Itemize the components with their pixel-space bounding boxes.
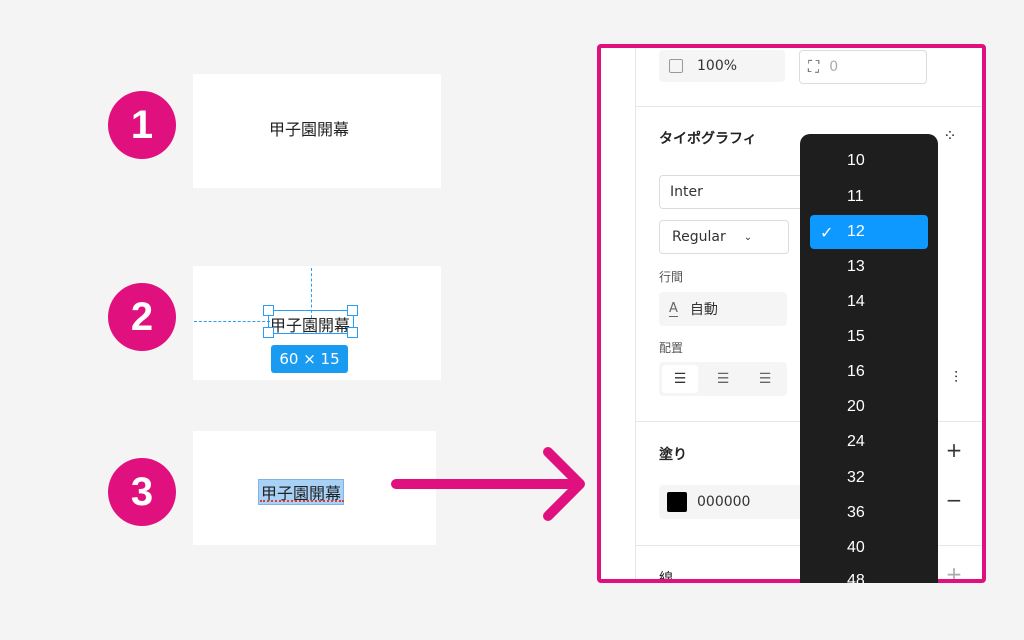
corner-radius-value: 0 [829,59,839,75]
fill-color-hex: 000000 [697,494,751,510]
align-left-button[interactable]: ☰ [662,365,698,393]
chevron-down-icon: ⌄ [743,231,753,243]
line-height-label: 行間 [659,270,684,284]
stroke-title: 線 [659,571,673,583]
step-3-badge: 3 [108,458,176,526]
font-size-option[interactable]: 24 [810,425,928,459]
size-tag: 60 × 15 [271,345,348,373]
fill-title: 塗り [659,447,687,463]
font-size-option[interactable]: 36 [810,496,928,530]
font-size-selected-value: 12 [847,223,865,240]
font-style-value: Regular [672,229,726,245]
font-size-dropdown: 10 11 ✓ 12 13 14 15 16 20 24 32 36 40 48 [800,134,938,583]
checkmark-icon: ✓ [820,225,834,242]
corner-radius-field[interactable]: ⛶ 0 [799,50,927,84]
font-size-option[interactable]: 10 [810,144,928,178]
add-fill-icon[interactable]: + [943,438,965,462]
step-1-canvas: 甲子園開幕 [193,74,441,188]
font-size-option[interactable]: 13 [810,250,928,284]
font-size-option[interactable]: 15 [810,320,928,354]
font-size-option[interactable]: 20 [810,390,928,424]
type-settings-icon[interactable]: ⁘ [939,126,961,145]
spellcheck-underline [260,500,344,502]
step-1-badge: 1 [108,91,176,159]
font-size-option[interactable]: 40 [810,531,928,565]
remove-fill-icon[interactable]: − [943,488,965,512]
divider [635,106,982,107]
resize-handle-bl[interactable] [263,327,274,338]
add-stroke-icon[interactable]: + [943,562,965,579]
opacity-icon [669,59,683,73]
font-size-option[interactable]: 48 [810,564,928,583]
alignment-label: 配置 [659,341,684,355]
line-height-value: 自動 [689,302,718,318]
opacity-field[interactable]: 100% [659,50,785,82]
font-size-option[interactable]: 11 [810,180,928,214]
line-height-field[interactable]: A 自動 [659,292,787,326]
step-2-badge: 2 [108,283,176,351]
font-size-option-selected[interactable]: ✓ 12 [810,215,928,249]
font-size-option[interactable]: 14 [810,285,928,319]
horizontal-guide [194,321,270,322]
text-selection-box[interactable] [268,310,354,334]
fill-color-field[interactable]: 000000 [659,485,809,519]
text-options-icon[interactable]: ⫶ [945,368,967,388]
resize-handle-br[interactable] [347,327,358,338]
corner-radius-icon: ⛶ [808,57,820,76]
step-1-text[interactable]: 甲子園開幕 [269,116,349,140]
font-size-option[interactable]: 16 [810,355,928,389]
font-family-value: Inter [670,184,703,200]
resize-handle-tl[interactable] [263,305,274,316]
color-swatch[interactable] [667,492,687,512]
font-size-option[interactable]: 32 [810,461,928,495]
align-right-button[interactable]: ☰ [747,365,783,393]
resize-handle-tr[interactable] [347,305,358,316]
alignment-group: ☰ ☰ ☰ [659,362,787,396]
align-center-button[interactable]: ☰ [705,365,741,393]
arrow-right-icon [391,447,585,521]
font-style-select[interactable]: Regular ⌄ [659,220,789,254]
line-height-icon: A [669,301,678,317]
opacity-value: 100% [697,58,738,74]
typography-title: タイポグラフィ [659,131,757,147]
